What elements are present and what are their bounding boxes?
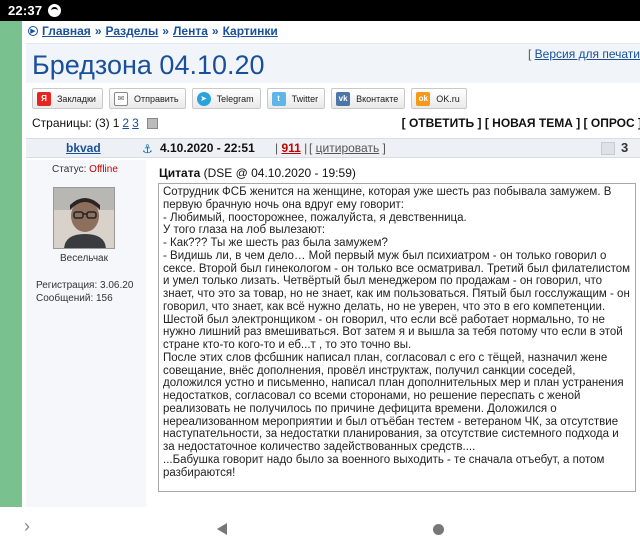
post-number: | 911 | — [275, 141, 308, 155]
status-bar: 22:37 — [0, 0, 640, 21]
user-info-column: Статус: Offline Весельчак Регистрация: 3… — [26, 160, 146, 507]
pagination-page-2[interactable]: 2 — [122, 116, 129, 130]
avatar[interactable] — [53, 187, 115, 249]
user-status-value: Offline — [89, 164, 118, 175]
print-version: [ Версия для печати — [527, 47, 640, 61]
user-title: Весельчак — [60, 253, 108, 264]
vk-icon: vk — [336, 91, 351, 106]
post-number-link[interactable]: 911 — [281, 141, 300, 155]
post-date: 4.10.2020 - 22:51 — [160, 141, 255, 155]
share-telegram-button[interactable]: ➤ Telegram — [191, 88, 261, 109]
quote-line: Сотрудник ФСБ женится на женщине, котора… — [163, 186, 612, 211]
share-button-label: OK.ru — [436, 93, 460, 104]
yandex-icon: Я — [37, 91, 51, 106]
print-version-link[interactable]: Версия для печати — [535, 47, 640, 61]
pagination-current: 1 — [112, 116, 120, 130]
quote-line: ...Бабушка говорит надо было за военного… — [163, 453, 605, 479]
share-vk-button[interactable]: vk Вконтакте — [331, 88, 406, 109]
pagination-total: (3) — [95, 116, 110, 130]
pagination-menu-icon[interactable] — [146, 117, 158, 129]
breadcrumb-separator: » — [211, 24, 219, 38]
quote-link[interactable]: цитировать — [316, 141, 380, 155]
user-registered: Регистрация: 3.06.20 — [36, 280, 134, 291]
mail-icon: ✉ — [113, 91, 128, 106]
chevron-right-icon[interactable]: › — [24, 516, 30, 537]
pagination-page-3[interactable]: 3 — [132, 116, 139, 130]
breadcrumb-separator: » — [162, 24, 169, 38]
pagination: Страницы: (3) 1 2 3 — [32, 116, 158, 130]
post-author-link[interactable]: bkvad — [66, 141, 101, 155]
topic-header: Бредзона 04.10.20 [ Версия для печати — [26, 43, 640, 83]
android-nav-bar: › — [0, 507, 640, 549]
ok-icon: ok — [416, 91, 431, 106]
quote-line: После этих слов фсбшник написал план, со… — [163, 351, 624, 453]
quote-line: - Любимый, поосторожнее, пожалуйста, я д… — [163, 211, 467, 224]
status-time: 22:37 — [8, 3, 43, 18]
page-left-strip — [0, 21, 22, 507]
share-button-label: Telegram — [216, 93, 254, 104]
breadcrumb-arrow-icon: ▶ — [28, 26, 38, 36]
breadcrumb-feed[interactable]: Лента — [173, 24, 208, 38]
telegram-icon: ➤ — [196, 91, 211, 106]
avatar-image — [54, 188, 114, 248]
share-buttons: Я Закладки ✉ Отправить ➤ Telegram t Twit… — [32, 88, 473, 109]
share-button-label: Twitter — [291, 93, 319, 104]
quote-line: - Как??? Ты же шесть раз была замужем? — [163, 237, 388, 249]
twitter-icon: t — [271, 91, 286, 106]
quote-header: Цитата (DSE @ 04.10.2020 - 19:59) — [159, 166, 356, 180]
user-status: Статус: Offline — [52, 164, 118, 175]
user-status-label: Статус: — [52, 164, 87, 175]
post-header: bkvad ⚓ 4.10.2020 - 22:51 | 911 | [ цити… — [26, 138, 640, 158]
back-icon[interactable] — [217, 523, 227, 535]
share-ok-button[interactable]: ok OK.ru — [411, 88, 467, 109]
anchor-icon[interactable]: ⚓ — [142, 142, 153, 156]
quote-title: Цитата — [159, 166, 201, 180]
breadcrumb: ▶ Главная » Разделы » Лента » Картинки — [28, 24, 278, 38]
page-title: Бредзона 04.10.20 — [32, 50, 265, 80]
quote-box: Сотрудник ФСБ женится на женщине, котора… — [158, 183, 636, 492]
pagination-label: Страницы: — [32, 116, 92, 130]
share-bookmarks-button[interactable]: Я Закладки — [32, 88, 103, 109]
user-stats: Регистрация: 3.06.20 Сообщений: 156 — [36, 279, 133, 305]
share-button-label: Вконтакте — [356, 93, 399, 104]
breadcrumb-separator: » — [94, 24, 102, 38]
share-button-label: Отправить — [133, 93, 179, 104]
breadcrumb-pictures[interactable]: Картинки — [223, 24, 278, 38]
breadcrumb-sections[interactable]: Разделы — [106, 24, 159, 38]
quote-line: - Видишь ли, в чем дело… Мой первый муж … — [163, 249, 631, 351]
home-icon[interactable] — [433, 524, 444, 535]
share-button-label: Закладки — [57, 93, 96, 104]
share-send-button[interactable]: ✉ Отправить — [108, 88, 186, 109]
user-messages: Сообщений: 156 — [36, 293, 113, 304]
rep-icon[interactable] — [601, 142, 615, 155]
share-twitter-button[interactable]: t Twitter — [266, 88, 326, 109]
breadcrumb-home[interactable]: Главная — [42, 24, 91, 38]
topic-actions[interactable]: [ ОТВЕТИТЬ ] [ НОВАЯ ТЕМА ] [ ОПРОС ] — [402, 116, 640, 130]
forum-page: ▶ Главная » Разделы » Лента » Картинки Б… — [22, 21, 640, 507]
notification-icon — [48, 4, 62, 17]
quote-meta: (DSE @ 04.10.2020 - 19:59) — [203, 166, 356, 180]
quote-action: [ цитировать ] — [309, 141, 386, 155]
rep-value: 3 — [621, 140, 629, 155]
quote-line: У того глаза на лоб вылезают: — [163, 224, 326, 237]
